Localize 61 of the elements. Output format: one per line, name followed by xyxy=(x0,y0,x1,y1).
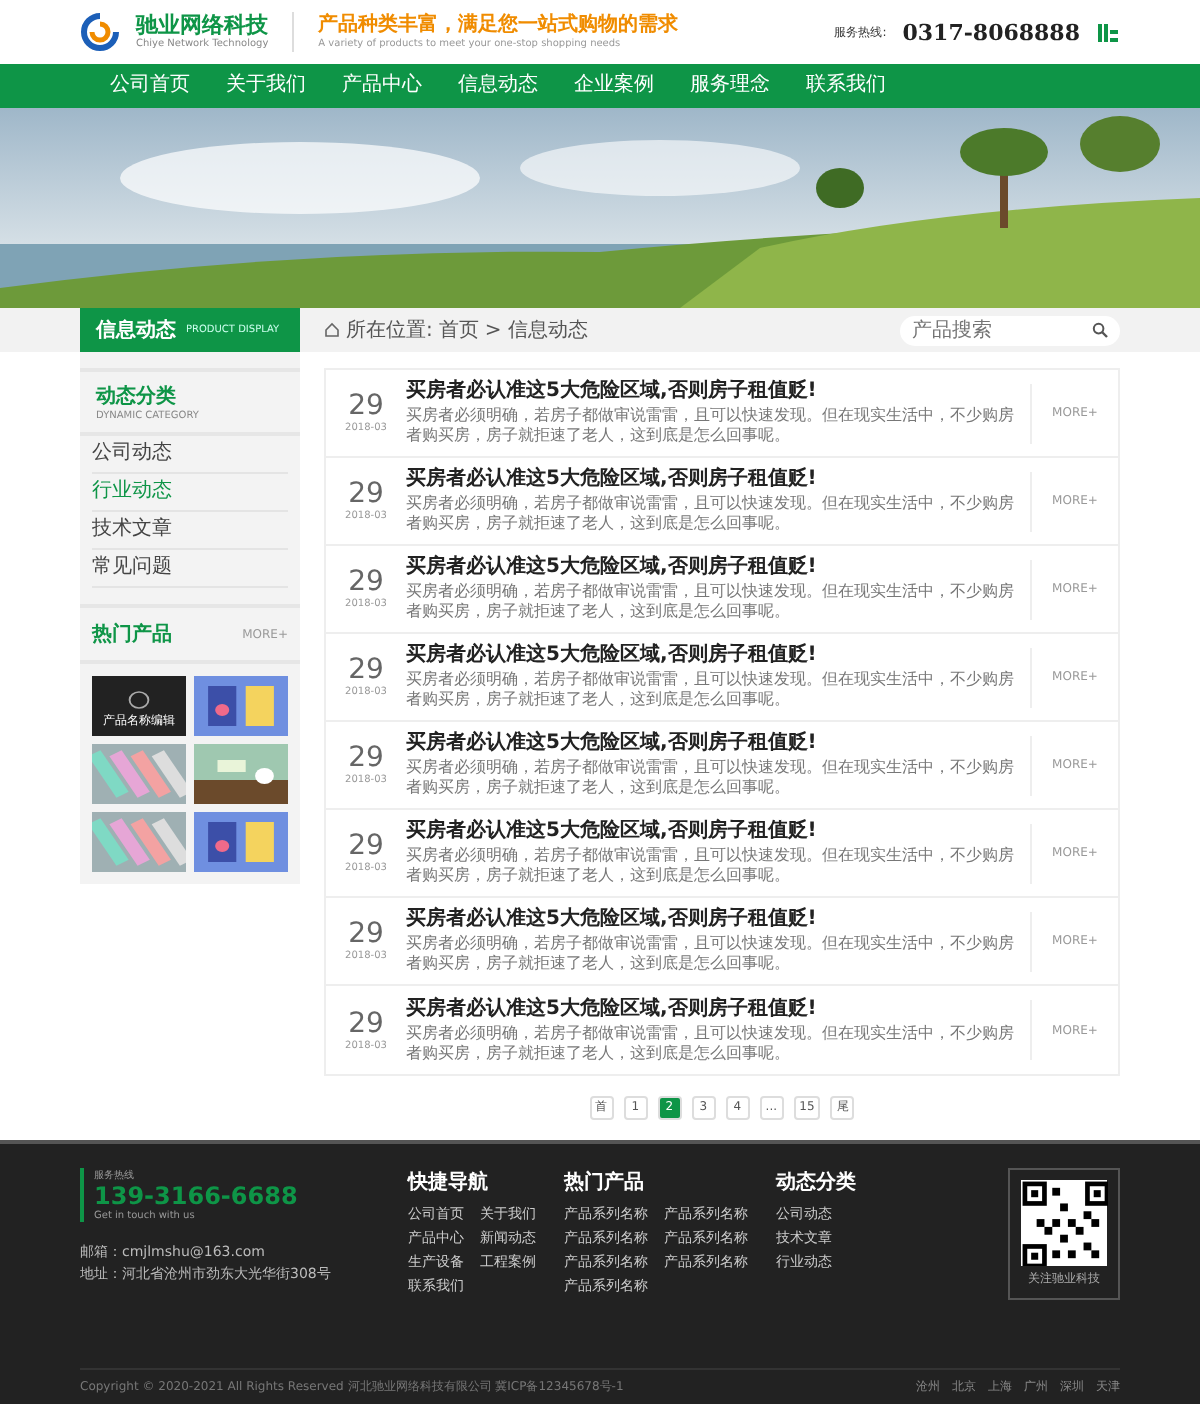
article-day: 29 xyxy=(326,656,406,686)
article-summary: 买房者必须明确，若房子都做审说雷雷，且可以快速发现。但在现实生活中，不少购房者购买房，房子就拒速了老人，这到底是怎么回事呢。 xyxy=(406,846,1016,886)
category-link[interactable]: 技术文章 xyxy=(92,512,288,550)
article-title[interactable]: 买房者必认准这5大危险区域,否则房子租值贬! xyxy=(406,468,1018,492)
footer-phone: 139-3166-6688 xyxy=(94,1182,300,1210)
hot-products-title: 热门产品 xyxy=(92,620,172,648)
article-day: 29 xyxy=(326,480,406,510)
article-summary: 买房者必须明确，若房子都做审说雷雷，且可以快速发现。但在现实生活中，不少购房者购买房，房子就拒速了老人，这到底是怎么回事呢。 xyxy=(406,670,1016,710)
nav-item[interactable]: 联系我们 xyxy=(788,64,904,108)
nav-item[interactable]: 产品中心 xyxy=(324,64,440,108)
sidebar-title: 动态分类 xyxy=(96,383,178,410)
article-summary: 买房者必须明确，若房子都做审说雷雷，且可以快速发现。但在现实生活中，不少购房者购买房，房子就拒速了老人，这到底是怎么回事呢。 xyxy=(406,406,1016,446)
article-day: 29 xyxy=(326,568,406,598)
article-summary: 买房者必须明确，若房子都做审说雷雷，且可以快速发现。但在现实生活中，不少购房者购买房，房子就拒速了老人，这到底是怎么回事呢。 xyxy=(406,582,1016,622)
search-icon[interactable] xyxy=(1092,322,1108,338)
nav-item[interactable]: 信息动态 xyxy=(440,64,556,108)
nav-item[interactable]: 服务理念 xyxy=(672,64,788,108)
qr-code-icon xyxy=(1020,1180,1108,1266)
article-summary: 买房者必须明确，若房子都做审说雷雷，且可以快速发现。但在现实生活中，不少购房者购买房，房子就拒速了老人，这到底是怎么回事呢。 xyxy=(406,758,1016,798)
product-thumbnail[interactable] xyxy=(92,812,186,872)
article-day: 29 xyxy=(326,392,406,422)
article-summary: 买房者必须明确，若房子都做审说雷雷，且可以快速发现。但在现实生活中，不少购房者购买房，房子就拒速了老人，这到底是怎么回事呢。 xyxy=(406,1023,1016,1063)
footer-column-title: 热门产品 xyxy=(564,1168,646,1196)
product-thumbnail[interactable] xyxy=(194,744,288,804)
article-title[interactable]: 买房者必认准这5大危险区域,否则房子租值贬! xyxy=(406,644,1018,668)
category-link[interactable]: 公司动态 xyxy=(92,436,288,474)
logo-name: 驰业网络科技 xyxy=(136,14,269,38)
footer-column-title: 动态分类 xyxy=(776,1169,856,1196)
product-thumbnail[interactable] xyxy=(92,744,186,804)
article-summary: 买房者必须明确，若房子都做审说雷雷，且可以快速发现。但在现实生活中，不少购房者购买房，房子就拒速了老人，这到底是怎么回事呢。 xyxy=(406,934,1016,974)
logo-icon xyxy=(80,12,120,52)
nav-item[interactable]: 企业案例 xyxy=(556,64,672,108)
breadcrumb-link[interactable]: 信息动态 xyxy=(507,316,588,344)
breadcrumb-link[interactable]: 首页 xyxy=(438,316,479,344)
breadcrumb-separator: > xyxy=(484,319,502,341)
article-day: 29 xyxy=(326,744,406,774)
category-link[interactable]: 行业动态 xyxy=(92,474,288,512)
product-thumbnail[interactable] xyxy=(92,676,186,736)
hotline-number: 0317-8068888 xyxy=(902,19,1080,45)
article-day: 29 xyxy=(326,1009,406,1039)
article-title[interactable]: 买房者必认准这5大危险区域,否则房子租值贬! xyxy=(406,908,1018,932)
section-title: 信息动态 xyxy=(96,317,176,344)
article-summary: 买房者必须明确，若房子都做审说雷雷，且可以快速发现。但在现实生活中，不少购房者购买房，房子就拒速了老人，这到底是怎么回事呢。 xyxy=(406,494,1016,534)
article-title[interactable]: 买房者必认准这5大危险区域,否则房子租值贬! xyxy=(406,820,1018,844)
footer-column-title: 快捷导航 xyxy=(408,1168,490,1196)
search-field[interactable]: 产品搜索 xyxy=(900,315,1120,345)
article-title[interactable]: 买房者必认准这5大危险区域,否则房子租值贬! xyxy=(406,997,1018,1021)
nav-item[interactable]: 关于我们 xyxy=(208,64,324,108)
article-day: 29 xyxy=(326,920,406,950)
nav-item[interactable]: 公司首页 xyxy=(92,64,208,108)
category-link[interactable]: 常见问题 xyxy=(92,550,288,588)
home-icon xyxy=(324,322,340,338)
article-title[interactable]: 买房者必认准这5大危险区域,否则房子租值贬! xyxy=(406,556,1018,580)
slogan: 产品种类丰富，满足您一站式购物的需求 xyxy=(318,14,679,38)
breadcrumb-label: 所在位置: xyxy=(346,317,433,344)
article-title[interactable]: 买房者必认准这5大危险区域,否则房子租值贬! xyxy=(406,380,1018,404)
article-day: 29 xyxy=(326,832,406,862)
product-thumbnail[interactable] xyxy=(194,812,288,872)
phone-badge-icon xyxy=(1096,20,1120,44)
product-thumbnail[interactable] xyxy=(194,676,288,736)
article-title[interactable]: 买房者必认准这5大危险区域,否则房子租值贬! xyxy=(406,732,1018,756)
